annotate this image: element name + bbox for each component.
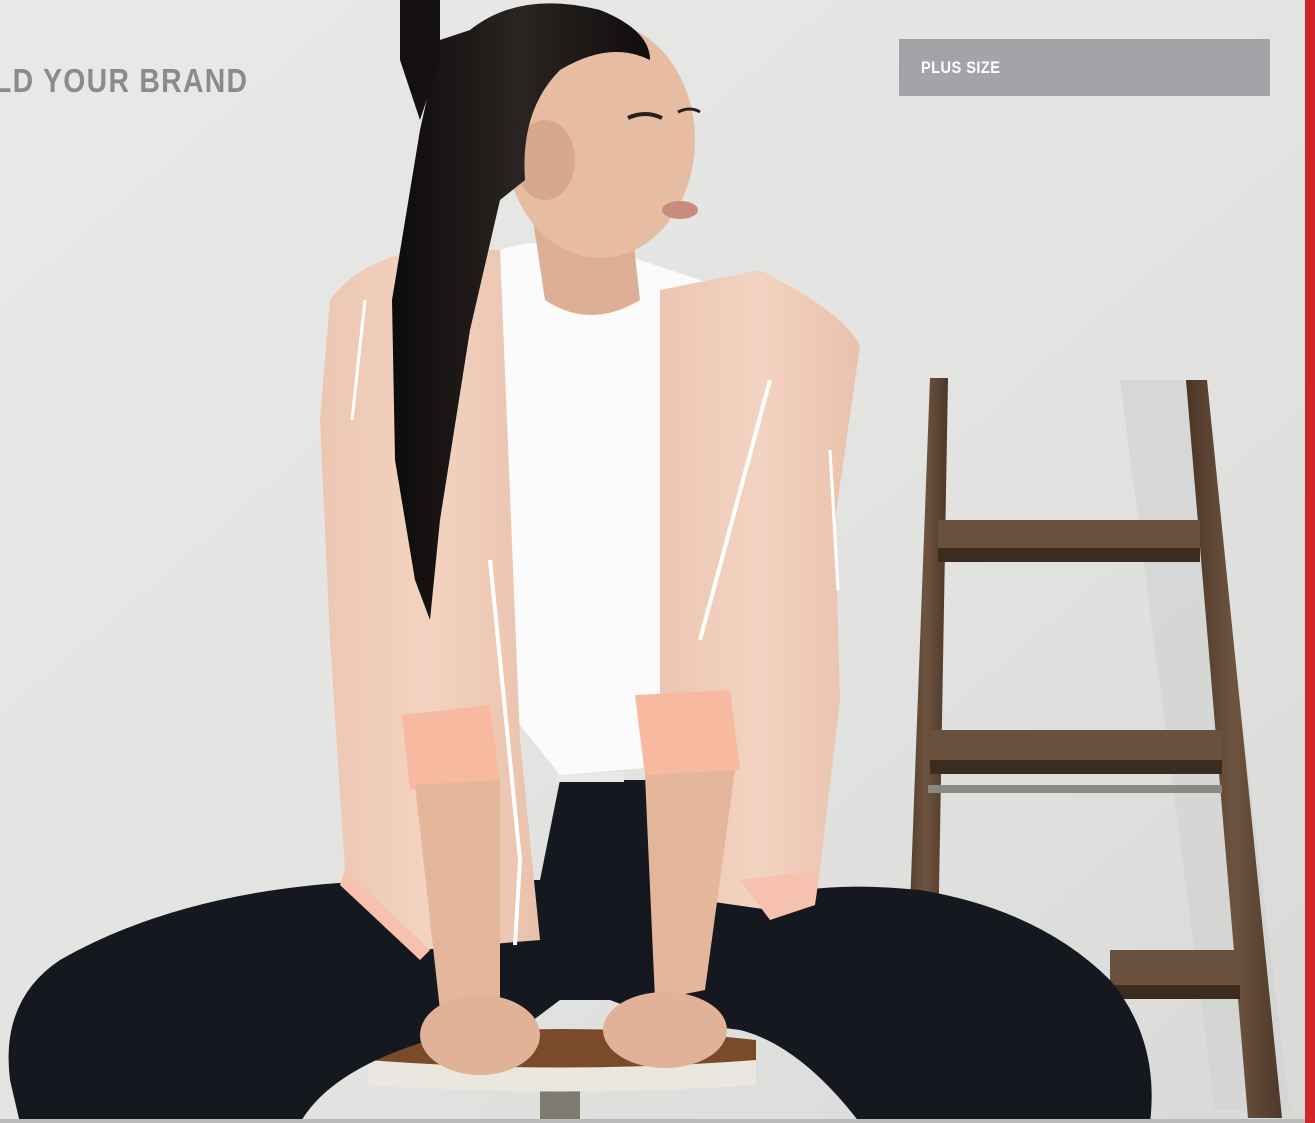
bottom-rule — [0, 1119, 1305, 1123]
category-tag: PLUS SIZE — [899, 39, 1270, 96]
accent-edge-bar — [1305, 0, 1315, 1123]
category-tag-label: PLUS SIZE — [921, 57, 1001, 77]
page-headline: LD YOUR BRAND — [0, 62, 249, 99]
product-photo — [0, 0, 1315, 1123]
catalog-page: LD YOUR BRAND PLUS SIZE — [0, 0, 1315, 1123]
